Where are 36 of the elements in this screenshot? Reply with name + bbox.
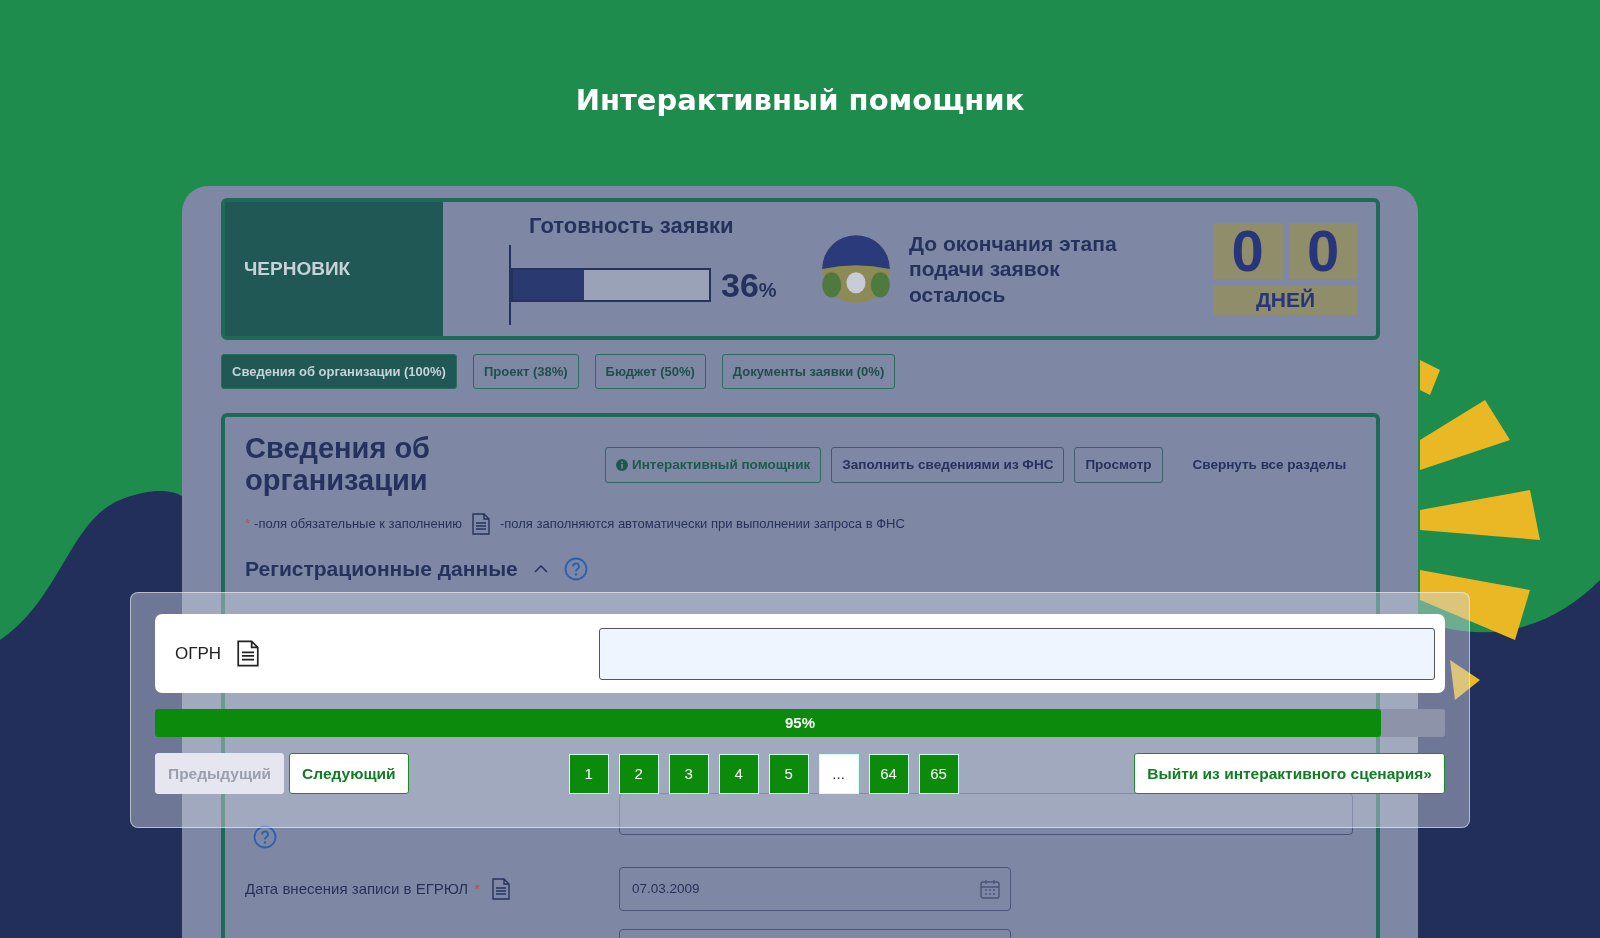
progress-label: 95%	[784, 713, 816, 733]
status-label: ЧЕРНОВИК	[225, 202, 443, 336]
page-button[interactable]: 4	[718, 753, 759, 794]
assistant-button[interactable]: Интерактивный помощник	[605, 446, 822, 483]
section-title: Сведения об организации	[245, 433, 431, 497]
legend-text: -поля заполняются автоматически при выполнении запроса в ФНС	[499, 516, 905, 532]
next-button[interactable]: Следующий	[289, 753, 409, 794]
page-button[interactable]: 3	[668, 753, 709, 794]
readiness-value: 36%	[721, 265, 777, 305]
date-field[interactable]: 07.03.2009	[619, 866, 1011, 911]
field-label: ОГРН	[175, 643, 222, 664]
page-button[interactable]: 64	[868, 753, 909, 794]
action-button[interactable]: Просмотр	[1074, 446, 1163, 483]
banner-title: Интерактивный помощник	[575, 82, 1025, 119]
exit-button[interactable]: Выйти из интерактивного сценария»	[1134, 753, 1445, 794]
page-button[interactable]: 5	[768, 753, 809, 794]
section-tab[interactable]: Проект (38%)	[472, 354, 579, 389]
collapse-link[interactable]: Свернуть все разделы	[1192, 457, 1347, 473]
field-label: Дата внесения записи в ЕГРЮЛ	[245, 880, 469, 898]
page-ellipsis: ...	[818, 753, 859, 794]
day-digit: 0	[1288, 223, 1358, 279]
legend-text: -поля обязательные к заполнению	[254, 516, 462, 532]
required-mark: *	[245, 516, 251, 532]
subsection-title: Регистрационные данные	[245, 556, 518, 581]
days-label: ДНЕЙ	[1213, 285, 1358, 315]
required-mark: *	[474, 880, 480, 898]
section-tab[interactable]: Документы заявки (0%)	[721, 354, 896, 389]
section-tab[interactable]: Сведения об организации (100%)	[221, 354, 457, 389]
action-button[interactable]: Заполнить сведениями из ФНС	[831, 446, 1065, 483]
readiness-title: Готовность заявки	[529, 213, 735, 239]
page-button[interactable]: 1	[568, 753, 609, 794]
section-tab[interactable]: Бюджет (50%)	[594, 354, 706, 389]
deadline-text: До окончания этапа подачи заявок осталось	[909, 231, 1118, 307]
day-digit: 0	[1213, 223, 1283, 279]
page-button[interactable]: 65	[918, 753, 959, 794]
page-button[interactable]: 2	[618, 753, 659, 794]
